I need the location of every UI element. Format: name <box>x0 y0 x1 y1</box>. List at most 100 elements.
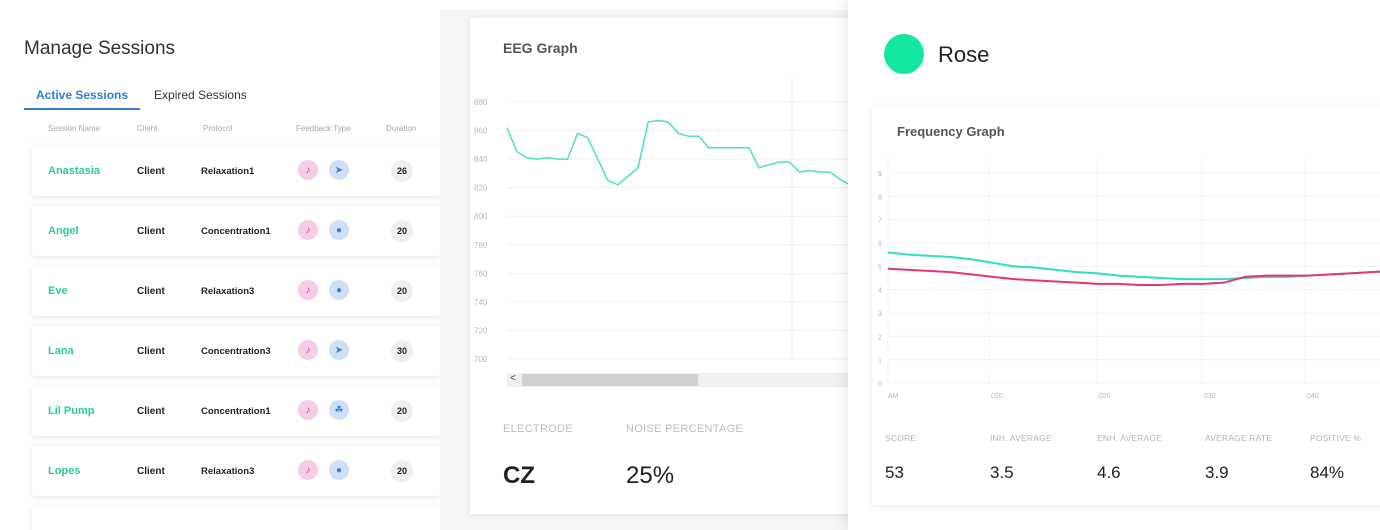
user-detail-panel: Rose Frequency Graph 0 1 2 3 4 5 6 7 8 9 AM .010.02… <box>848 0 1380 530</box>
eeg-chart: 880 860 840 820 800 780 760 740 720 700 <box>474 78 870 364</box>
music-note-icon: ♪ <box>298 220 318 240</box>
session-duration: 30 <box>391 340 413 362</box>
electrode-value: CZ <box>503 462 535 489</box>
table-row[interactable]: Eve Client Relaxation3 ♪ ● 20 <box>32 266 440 316</box>
session-client: Client <box>137 226 165 237</box>
session-name: Lopes <box>48 465 81 477</box>
column-header-feedback-type[interactable]: Feedback Type <box>296 124 351 133</box>
leaf-icon: ☘ <box>329 400 349 420</box>
stat-label-inh-average: INH. AVERAGE <box>990 433 1052 443</box>
session-duration: 26 <box>391 160 413 182</box>
table-row[interactable]: Lana Client Concentration3 ♪ ➤ 30 <box>32 326 440 376</box>
noise-percentage-label: NOISE PERCENTAGE <box>626 423 744 435</box>
session-client: Client <box>137 346 165 357</box>
water-drop-icon: ● <box>329 280 349 300</box>
session-tabs: Active Sessions Expired Sessions <box>24 88 273 110</box>
user-name: Rose <box>938 42 990 67</box>
electrode-label: ELECTRODE <box>503 423 573 435</box>
session-client: Client <box>137 166 165 177</box>
session-name: Eve <box>48 285 68 297</box>
y-tick-label: 760 <box>474 269 488 278</box>
session-protocol: Relaxation1 <box>201 166 255 177</box>
y-tick-label: 700 <box>474 355 488 364</box>
frequency-panel: Frequency Graph 0 1 2 3 4 5 6 7 8 9 AM .010.020.030… <box>872 107 1380 505</box>
x-tick-label: .030 <box>1202 393 1216 400</box>
water-drop-icon: ● <box>329 220 349 240</box>
tab-active-sessions[interactable]: Active Sessions <box>24 88 141 110</box>
y-tick-label: 780 <box>474 241 488 250</box>
scroll-left-arrow-icon[interactable]: < <box>510 373 516 384</box>
session-name: Angel <box>48 225 79 237</box>
session-protocol: Concentration1 <box>201 226 271 237</box>
rocket-icon: ➤ <box>329 340 349 360</box>
eeg-panel: EEG Graph 880 860 840 820 800 780 760 740 720 700… <box>470 18 870 514</box>
session-protocol: Relaxation3 <box>201 286 255 297</box>
rocket-icon: ➤ <box>329 160 349 180</box>
y-tick-label: 0 <box>878 381 882 388</box>
session-duration: 20 <box>391 460 413 482</box>
column-header-session-name[interactable]: Session Name <box>48 124 100 133</box>
stat-value-positive: 84% <box>1310 463 1345 482</box>
stat-label-average-rate: AVERAGE RATE <box>1205 433 1273 443</box>
table-row[interactable]: Anastasia Client Relaxation1 ♪ ➤ 26 <box>32 146 440 196</box>
y-tick-label: 860 <box>474 127 488 136</box>
y-tick-label: 7 <box>878 218 882 225</box>
session-protocol: Concentration1 <box>201 406 271 417</box>
x-tick-label: .020 <box>1097 393 1111 400</box>
x-tick-label: .040 <box>1305 393 1319 400</box>
stat-value-enh-average: 4.6 <box>1097 463 1121 482</box>
session-protocol: Concentration3 <box>201 346 271 357</box>
y-tick-label: 740 <box>474 298 488 307</box>
y-tick-label: 3 <box>878 311 882 318</box>
session-name: Lana <box>48 345 74 357</box>
y-tick-label: 2 <box>878 334 882 341</box>
stat-label-positive: POSITIVE % <box>1310 433 1362 443</box>
app-root: Manage Sessions Active Sessions Expired … <box>0 0 1380 530</box>
noise-percentage-value: 25% <box>626 462 675 489</box>
music-note-icon: ♪ <box>298 460 318 480</box>
x-tick-label: AM <box>888 393 899 400</box>
stat-value-inh-average: 3.5 <box>990 463 1014 482</box>
session-duration: 20 <box>391 400 413 422</box>
table-row[interactable]: Lil Pump Client Concentration1 ♪ ☘ 20 <box>32 386 440 436</box>
x-tick-label: .010 <box>989 393 1003 400</box>
sessions-panel: Manage Sessions Active Sessions Expired … <box>0 0 440 530</box>
column-header-protocol[interactable]: Protocol <box>203 124 232 133</box>
page-title: Manage Sessions <box>24 38 176 59</box>
frequency-chart: 0 1 2 3 4 5 6 7 8 9 AM .010 .020 .030 .040 <box>878 157 1380 400</box>
table-row[interactable]: Lopes Client Relaxation3 ♪ ● 20 <box>32 446 440 496</box>
session-name: Anastasia <box>48 165 100 177</box>
music-note-icon: ♪ <box>298 280 318 300</box>
eeg-scrollbar[interactable]: < <box>507 373 852 387</box>
y-tick-label: 1 <box>878 358 882 365</box>
music-note-icon: ♪ <box>298 400 318 420</box>
y-tick-label: 820 <box>474 184 488 193</box>
stat-value-average-rate: 3.9 <box>1205 463 1229 482</box>
table-header: Session Name Client Protocol Feedback Ty… <box>0 124 440 136</box>
table-row-partial[interactable] <box>32 506 440 530</box>
table-row[interactable]: Angel Client Concentration1 ♪ ● 20 <box>32 206 440 256</box>
y-tick-label: 9 <box>878 171 882 178</box>
session-client: Client <box>137 466 165 477</box>
tab-expired-sessions[interactable]: Expired Sessions <box>154 88 259 110</box>
session-name: Lil Pump <box>48 405 95 417</box>
y-tick-label: 720 <box>474 326 488 335</box>
stat-value-score: 53 <box>885 463 904 482</box>
session-duration: 20 <box>391 280 413 302</box>
y-tick-label: 5 <box>878 264 882 271</box>
column-header-client[interactable]: Client <box>137 124 157 133</box>
stat-label-enh-average: ENH. AVERAGE <box>1097 433 1163 443</box>
y-tick-label: 8 <box>878 194 882 201</box>
session-protocol: Relaxation3 <box>201 466 255 477</box>
avatar <box>884 34 924 74</box>
music-note-icon: ♪ <box>298 340 318 360</box>
y-tick-label: 840 <box>474 155 488 164</box>
y-tick-label: 880 <box>474 98 488 107</box>
scrollbar-thumb[interactable] <box>522 374 698 386</box>
water-drop-icon: ● <box>329 460 349 480</box>
session-duration: 20 <box>391 220 413 242</box>
music-note-icon: ♪ <box>298 160 318 180</box>
y-tick-label: 4 <box>878 288 882 295</box>
session-client: Client <box>137 406 165 417</box>
column-header-duration[interactable]: Duration <box>386 124 416 133</box>
